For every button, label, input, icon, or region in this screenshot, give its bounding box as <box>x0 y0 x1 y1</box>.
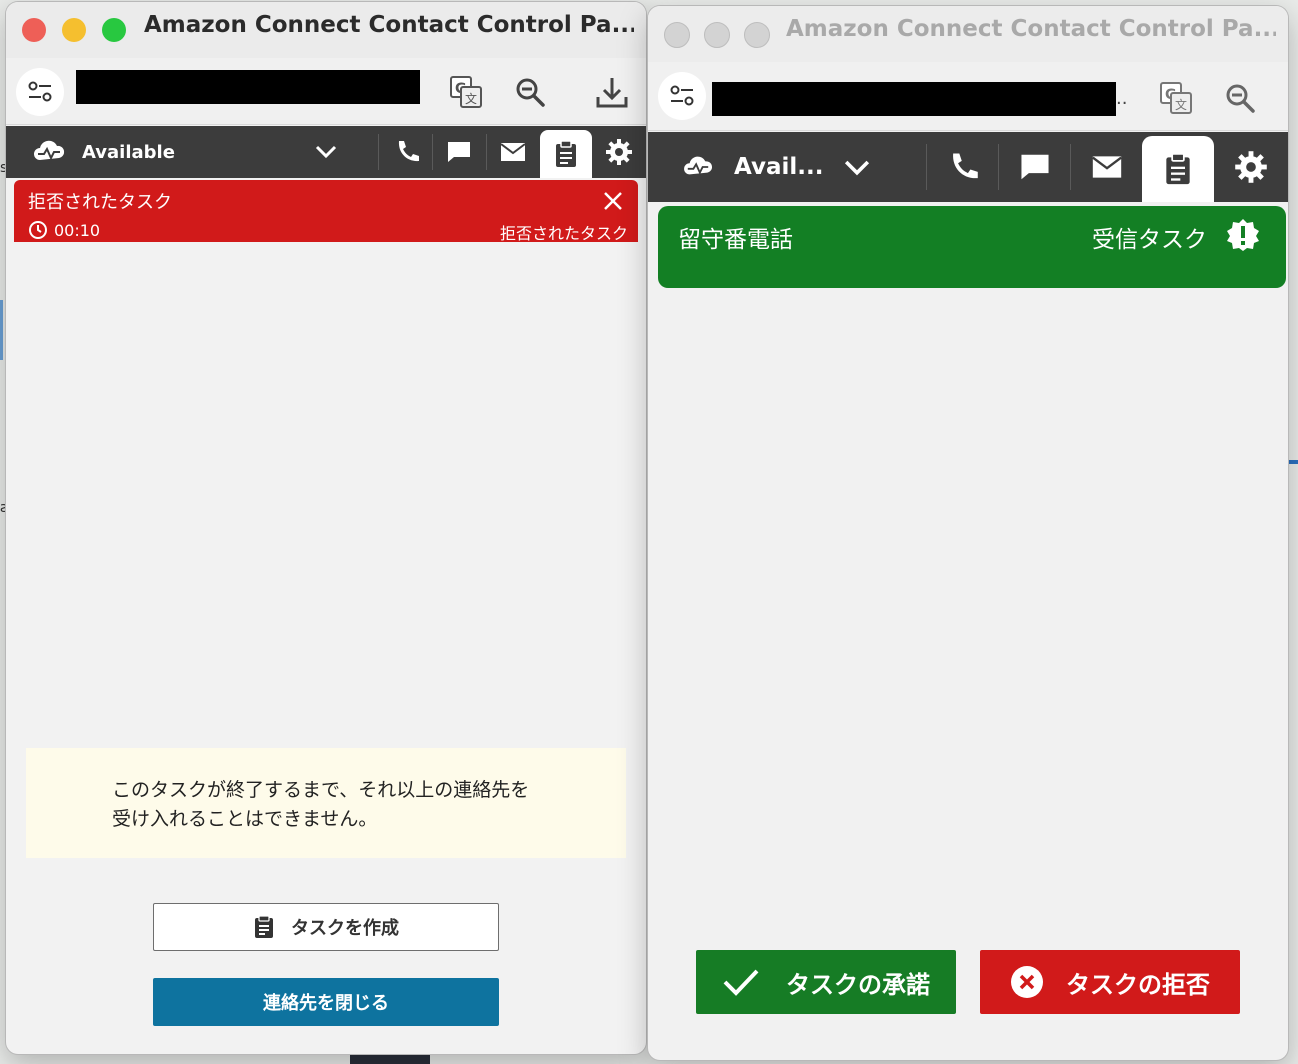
task-banner-title: 留守番電話 <box>678 227 793 253</box>
zoom-out-icon <box>516 78 545 107</box>
window-titlebar[interactable]: Amazon Connect Contact Control Pa... <box>6 2 646 58</box>
reject-task-button[interactable]: タスクの拒否 <box>980 950 1240 1014</box>
svg-text:文: 文 <box>465 91 477 106</box>
tab-email[interactable] <box>488 126 538 178</box>
svg-text:文: 文 <box>1175 97 1187 112</box>
download-icon <box>596 78 628 108</box>
task-banner-title: 拒否されたタスク <box>28 192 172 213</box>
reject-task-label: タスクの拒否 <box>1066 970 1210 999</box>
task-state-label: 拒否されたタスク <box>499 224 628 243</box>
url-ellipsis: .. <box>1116 88 1128 109</box>
site-settings-button[interactable] <box>658 72 706 120</box>
download-button[interactable] <box>592 72 632 112</box>
background-divider <box>0 300 3 360</box>
cloud-status-icon <box>684 156 713 175</box>
translate-button[interactable]: G 文 <box>446 72 486 112</box>
minimize-window-button[interactable] <box>62 18 86 42</box>
nav-divider <box>998 144 999 190</box>
tab-settings[interactable] <box>594 126 644 178</box>
nav-divider <box>432 134 433 170</box>
zoom-out-icon <box>1226 84 1255 113</box>
ccp-nav-bar: Avail... <box>648 132 1288 202</box>
task-state-label: 受信タスク <box>1092 227 1207 253</box>
tab-tasks[interactable] <box>1142 136 1214 202</box>
agent-status-dropdown[interactable]: Avail... <box>648 132 918 202</box>
create-task-label: タスクを作成 <box>291 918 399 939</box>
chevron-down-icon <box>844 160 870 176</box>
ccp-nav-bar: Available <box>6 126 646 178</box>
phone-icon <box>953 153 978 179</box>
translate-button[interactable]: G 文 <box>1156 78 1196 118</box>
nav-divider <box>926 144 927 190</box>
gear-icon <box>1235 151 1267 183</box>
tab-email[interactable] <box>1072 132 1142 202</box>
task-icon <box>556 140 576 167</box>
browser-toolbar: .. G 文 <box>648 62 1288 131</box>
chevron-down-icon <box>315 145 337 159</box>
ccp-window-right: Amazon Connect Contact Control Pa... .. … <box>648 6 1288 1060</box>
notice-text-line2: 受け入れることはできません。 <box>112 808 378 830</box>
phone-icon <box>398 141 419 162</box>
settings-sliders-icon <box>28 81 52 102</box>
tab-phone[interactable] <box>382 126 432 178</box>
reject-x-icon <box>1011 966 1043 998</box>
window-title: Amazon Connect Contact Control Pa... <box>786 16 1276 42</box>
tab-settings[interactable] <box>1216 132 1286 202</box>
url-field-redacted[interactable] <box>712 82 1116 116</box>
chat-icon <box>448 142 470 162</box>
close-window-button[interactable] <box>22 18 46 42</box>
window-titlebar[interactable]: Amazon Connect Contact Control Pa... <box>648 6 1288 62</box>
close-contact-button[interactable]: 連絡先を閉じる <box>153 978 499 1026</box>
task-icon <box>255 915 273 938</box>
tab-chat[interactable] <box>434 126 484 178</box>
accept-task-label: タスクの承諾 <box>786 970 930 999</box>
notice-text-line1: このタスクが終了するまで、それ以上の連絡先を <box>112 779 530 801</box>
translate-icon: G 文 <box>1160 82 1192 114</box>
translate-icon: G 文 <box>450 76 482 108</box>
agent-status-label: Avail... <box>734 154 824 180</box>
zoom-out-button[interactable] <box>1220 78 1260 118</box>
checkmark-icon <box>723 969 759 996</box>
tab-tasks[interactable] <box>540 130 592 178</box>
agent-status-label: Available <box>82 142 175 163</box>
alert-badge-icon <box>1227 219 1259 251</box>
minimize-window-button[interactable] <box>704 22 730 48</box>
accept-task-button[interactable]: タスクの承諾 <box>696 950 956 1014</box>
contact-limit-notice: このタスクが終了するまで、それ以上の連絡先を 受け入れることはできません。 <box>26 748 626 858</box>
url-field-redacted[interactable] <box>76 70 420 104</box>
maximize-window-button[interactable] <box>744 22 770 48</box>
incoming-task-banner: 留守番電話 受信タスク <box>658 206 1286 288</box>
chat-icon <box>1021 154 1049 180</box>
browser-toolbar: G 文 <box>6 58 646 125</box>
background-divider <box>1288 460 1298 464</box>
ccp-window-left: Amazon Connect Contact Control Pa... G 文 <box>6 2 646 1054</box>
create-task-button[interactable]: タスクを作成 <box>153 903 499 951</box>
settings-sliders-icon <box>670 85 694 106</box>
email-icon <box>500 143 526 161</box>
close-icon[interactable] <box>602 190 624 212</box>
nav-divider <box>1070 144 1071 190</box>
gear-icon <box>606 139 632 165</box>
maximize-window-button[interactable] <box>102 18 126 42</box>
rejected-task-banner: 拒否されたタスク 00:10 拒否されたタスク <box>14 180 638 243</box>
nav-divider <box>486 134 487 170</box>
task-icon <box>1166 152 1190 185</box>
clock-icon <box>29 221 47 239</box>
zoom-out-button[interactable] <box>510 72 550 112</box>
window-title: Amazon Connect Contact Control Pa... <box>144 12 634 38</box>
agent-status-dropdown[interactable]: Available <box>6 126 356 178</box>
cloud-status-icon <box>34 140 65 161</box>
close-window-button[interactable] <box>664 22 690 48</box>
task-timer: 00:10 <box>54 221 101 240</box>
email-icon <box>1092 156 1122 178</box>
nav-divider <box>378 134 379 170</box>
tab-phone[interactable] <box>928 132 998 202</box>
site-settings-button[interactable] <box>16 68 64 116</box>
close-contact-label: 連絡先を閉じる <box>263 993 389 1014</box>
tab-chat[interactable] <box>1000 132 1070 202</box>
